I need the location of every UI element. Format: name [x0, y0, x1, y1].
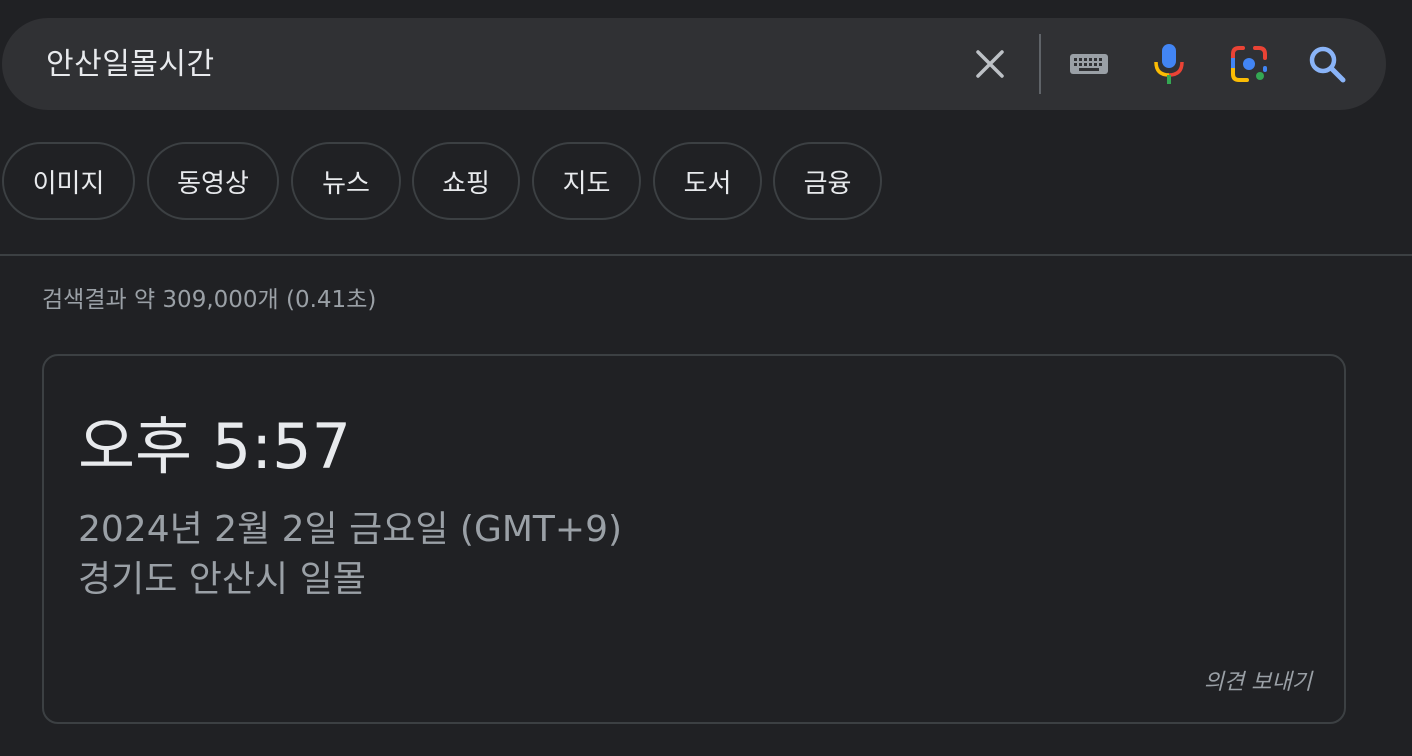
result-stats: 검색결과 약 309,000개 (0.41초)	[42, 287, 377, 313]
chip-books[interactable]: 도서	[653, 142, 762, 220]
chip-finance[interactable]: 금융	[773, 142, 882, 220]
mic-icon	[1154, 44, 1184, 84]
location-label: 경기도 안산시 일몰	[78, 559, 366, 600]
search-bar[interactable]	[2, 18, 1386, 112]
search-icon	[1309, 46, 1346, 83]
current-time: 오후 5:57	[78, 410, 352, 483]
chip-shopping[interactable]: 쇼핑	[412, 142, 520, 220]
lens-search-button[interactable]	[1226, 41, 1272, 87]
keyboard-button[interactable]	[1066, 41, 1112, 87]
google-lens-icon	[1231, 46, 1267, 82]
close-icon	[976, 50, 1004, 78]
chip-videos[interactable]: 동영상	[147, 142, 279, 220]
chip-maps[interactable]: 지도	[532, 142, 641, 220]
chip-news[interactable]: 뉴스	[291, 142, 401, 220]
search-button[interactable]	[1304, 41, 1350, 87]
search-input[interactable]	[44, 18, 928, 112]
current-date: 2024년 2월 2일 금요일 (GMT+9)	[78, 509, 623, 550]
google-search-page: 이미지 동영상 뉴스 쇼핑 지도 도서 금융 검색결과 약 309,000개 (…	[0, 0, 1412, 756]
chip-images[interactable]: 이미지	[2, 142, 135, 220]
send-feedback-link[interactable]: 의견 보내기	[1204, 664, 1312, 696]
search-bar-divider	[1039, 34, 1041, 94]
keyboard-icon	[1070, 54, 1108, 74]
time-answer-card: 오후 5:57 2024년 2월 2일 금요일 (GMT+9) 경기도 안산시 …	[42, 354, 1346, 724]
header-divider	[0, 254, 1412, 256]
clear-search-button[interactable]	[967, 41, 1013, 87]
voice-search-button[interactable]	[1146, 41, 1192, 87]
